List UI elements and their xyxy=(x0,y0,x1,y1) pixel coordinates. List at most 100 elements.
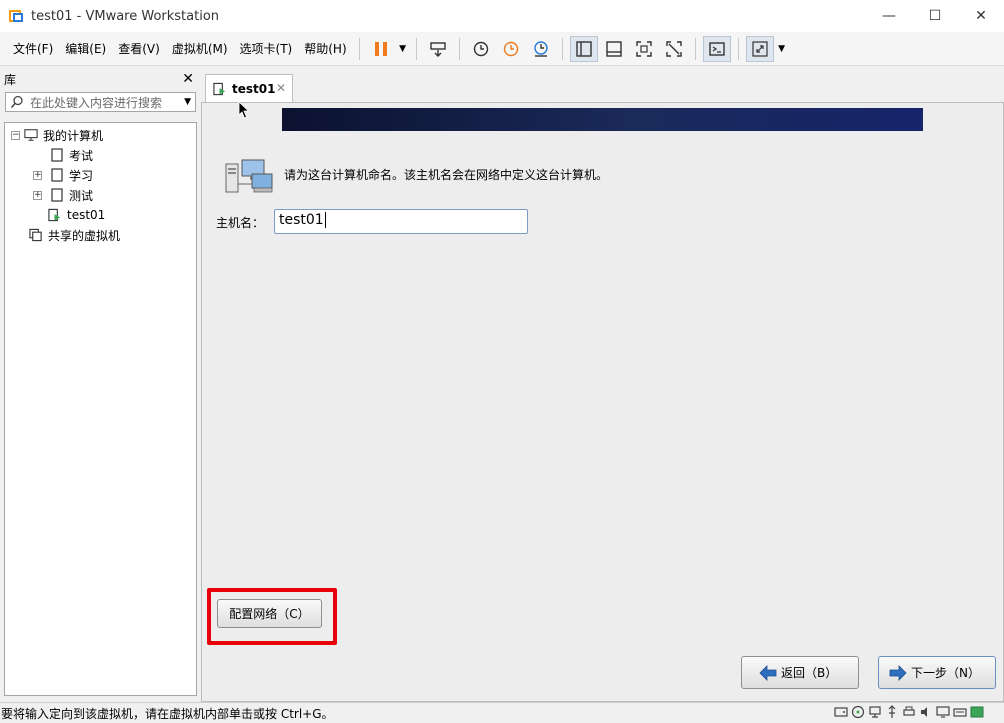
stretch-guest-button[interactable] xyxy=(745,35,774,62)
snapshot-manager-button[interactable] xyxy=(527,36,555,62)
vm-icon xyxy=(50,188,64,202)
thumbnail-layout-icon xyxy=(605,40,622,57)
unity-mode-icon xyxy=(665,40,682,57)
keyboard-icon[interactable] xyxy=(953,705,967,719)
back-label: 返回（B） xyxy=(781,666,838,680)
fullscreen-icon xyxy=(635,40,652,57)
display-icon[interactable] xyxy=(936,705,950,719)
collapse-icon[interactable]: − xyxy=(11,130,20,140)
hostname-prompt: 请为这台计算机命名。该主机名会在网络中定义这台计算机。 xyxy=(284,168,609,182)
title-bar: test01 - VMware Workstation — ☐ ✕ xyxy=(0,0,1004,32)
main-area: test01 ✕ 请为这台计算机命名。该主机名会在网络中定义这台计算机。 主机名… xyxy=(201,68,1004,702)
window-title: test01 - VMware Workstation xyxy=(31,8,220,24)
fullscreen-button[interactable] xyxy=(630,36,658,62)
send-ctrl-alt-del-button[interactable] xyxy=(424,36,452,62)
hard-disk-icon[interactable] xyxy=(834,705,848,719)
revert-snapshot-button[interactable] xyxy=(497,36,525,62)
status-bar: 要将输入定向到该虚拟机，请在虚拟机内部单击或按 Ctrl+G。 xyxy=(0,702,1004,723)
toolbar-separator xyxy=(358,37,360,60)
back-button[interactable]: 返回（B） xyxy=(741,656,859,689)
tree-item-test[interactable]: + 测试 xyxy=(5,185,196,205)
text-caret xyxy=(324,212,326,228)
revert-snapshot-icon xyxy=(503,41,518,56)
tab-strip: test01 ✕ xyxy=(201,68,1004,102)
arrow-left-icon xyxy=(759,664,777,681)
library-panel: 库 ✕ 在此处键入内容进行搜索 ▼ − 我的计算机 考试 + 学习 + 测试 t… xyxy=(0,68,200,702)
stretch-icon xyxy=(752,40,768,57)
pause-button[interactable] xyxy=(367,36,395,62)
computer-icon xyxy=(24,128,38,142)
installer-banner xyxy=(282,108,923,131)
keyboard-send-icon xyxy=(429,41,446,57)
arrow-right-icon xyxy=(889,664,907,681)
shared-vm-icon xyxy=(29,228,43,242)
tree-label: 我的计算机 xyxy=(43,128,104,143)
minimize-button[interactable]: — xyxy=(866,0,912,32)
status-text: 要将输入定向到该虚拟机，请在虚拟机内部单击或按 Ctrl+G。 xyxy=(1,706,334,721)
network-adapter-icon[interactable] xyxy=(868,705,882,719)
vmware-app-icon xyxy=(9,8,25,24)
console-view-button[interactable] xyxy=(702,35,731,62)
tab-label: test01 xyxy=(232,81,276,96)
menu-vm[interactable]: 虚拟机(M) xyxy=(166,32,234,66)
library-close-button[interactable]: ✕ xyxy=(182,71,194,87)
menu-view[interactable]: 查看(V) xyxy=(112,32,166,66)
snapshot-manager-icon xyxy=(533,40,548,57)
tree-label: 学习 xyxy=(69,168,94,183)
vm-icon xyxy=(50,148,64,162)
unity-button[interactable] xyxy=(660,36,688,62)
expand-icon[interactable]: + xyxy=(33,190,42,200)
tab-test01[interactable]: test01 ✕ xyxy=(205,74,293,102)
expand-icon[interactable]: + xyxy=(33,170,42,180)
sound-icon[interactable] xyxy=(919,705,933,719)
snapshot-button[interactable] xyxy=(467,36,495,62)
running-vm-icon xyxy=(213,82,226,95)
library-header: 库 ✕ xyxy=(0,68,200,90)
library-title: 库 xyxy=(4,72,17,87)
vm-console[interactable]: 请为这台计算机命名。该主机名会在网络中定义这台计算机。 主机名： test01 … xyxy=(201,102,1004,702)
pause-icon xyxy=(374,41,387,56)
tree-label: test01 xyxy=(67,208,106,222)
configure-network-button[interactable]: 配置网络（C） xyxy=(217,599,322,628)
tab-close-icon[interactable]: ✕ xyxy=(276,81,286,95)
power-dropdown-caret[interactable]: ▼ xyxy=(396,36,410,62)
running-vm-icon xyxy=(48,208,62,222)
tree-item-shared-vms[interactable]: 共享的虚拟机 xyxy=(5,225,196,245)
library-search-input[interactable]: 在此处键入内容进行搜索 ▼ xyxy=(5,92,196,112)
cd-drive-icon[interactable] xyxy=(851,705,865,719)
usb-icon[interactable] xyxy=(885,705,899,719)
show-library-button[interactable] xyxy=(569,35,598,62)
network-computers-icon xyxy=(225,159,273,193)
vm-icon xyxy=(50,168,64,182)
tree-label: 测试 xyxy=(69,188,94,203)
printer-icon[interactable] xyxy=(902,705,916,719)
menu-help[interactable]: 帮助(H) xyxy=(298,32,352,66)
toolbar-separator xyxy=(458,37,460,60)
message-icon[interactable] xyxy=(970,705,984,719)
menu-file[interactable]: 文件(F) xyxy=(7,32,59,66)
tree-item-my-computer[interactable]: − 我的计算机 xyxy=(5,125,196,145)
tree-item-study[interactable]: + 学习 xyxy=(5,165,196,185)
search-icon xyxy=(10,95,23,108)
search-placeholder: 在此处键入内容进行搜索 xyxy=(30,95,163,110)
toolbar-separator xyxy=(415,37,417,60)
library-layout-icon xyxy=(575,40,592,57)
menu-toolbar: 文件(F) 编辑(E) 查看(V) 虚拟机(M) 选项卡(T) 帮助(H) ▼ … xyxy=(0,32,1004,66)
tree-item-exam[interactable]: 考试 xyxy=(5,145,196,165)
close-window-button[interactable]: ✕ xyxy=(958,0,1004,32)
toolbar-separator xyxy=(737,37,739,60)
menu-edit[interactable]: 编辑(E) xyxy=(59,32,112,66)
thumbnail-bar-button[interactable] xyxy=(600,36,628,62)
search-dropdown-icon[interactable]: ▼ xyxy=(184,97,191,107)
toolbar-separator xyxy=(694,37,696,60)
next-button[interactable]: 下一步（N） xyxy=(878,656,996,689)
stretch-dropdown-caret[interactable]: ▼ xyxy=(775,36,789,62)
hostname-input[interactable]: test01 xyxy=(274,209,528,234)
library-tree: − 我的计算机 考试 + 学习 + 测试 test01 共享的虚拟机 xyxy=(4,122,197,696)
snapshot-clock-icon xyxy=(473,41,488,56)
maximize-button[interactable]: ☐ xyxy=(912,0,958,32)
menu-tabs[interactable]: 选项卡(T) xyxy=(234,32,299,66)
tree-item-test01[interactable]: test01 xyxy=(5,205,196,225)
terminal-icon xyxy=(708,41,725,56)
tree-label: 考试 xyxy=(69,148,94,163)
